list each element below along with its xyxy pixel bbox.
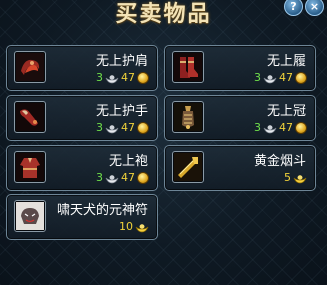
gold-coin-icon: [137, 122, 149, 134]
silver-ingot-icon: [105, 74, 119, 83]
silver-ingot-icon: [105, 174, 119, 183]
item-price: 3 47: [96, 171, 149, 185]
gold-coin-icon: [137, 72, 149, 84]
gold-coin-icon: [295, 122, 307, 134]
gauntlet-icon: [14, 101, 46, 133]
dog-talisman-icon: [14, 200, 46, 232]
item-price: 10: [119, 220, 149, 234]
silver-count: 3: [254, 71, 261, 84]
silver-ingot-icon: [105, 124, 119, 133]
window-title: 买卖物品: [115, 1, 212, 27]
item-price: 5: [284, 171, 307, 185]
gold-count: 47: [121, 171, 135, 184]
shop-item-card[interactable]: 无上履 3 47: [164, 45, 316, 91]
shop-item-card[interactable]: 无上袍 3 47: [6, 145, 158, 191]
gold-ingot-icon: [293, 174, 307, 183]
item-name: 无上履: [266, 54, 306, 69]
silver-count: 3: [96, 71, 103, 84]
silver-count: 3: [96, 171, 103, 184]
item-name: 啸天犬的元神符: [56, 203, 148, 218]
item-name: 黄金烟斗: [253, 154, 306, 169]
shop-item-card[interactable]: 黄金烟斗 5: [164, 145, 316, 191]
item-name: 无上护手: [95, 104, 148, 119]
silver-ingot-icon: [263, 74, 277, 83]
gold-count: 47: [121, 71, 135, 84]
boots-icon: [172, 51, 204, 83]
silver-count: 3: [254, 121, 261, 134]
golden-pipe-icon: [172, 151, 204, 183]
silver-ingot-icon: [263, 124, 277, 133]
item-price: 3 47: [254, 121, 307, 135]
item-price: 3 47: [254, 71, 307, 85]
shop-item-card[interactable]: 无上护肩 3 47: [6, 45, 158, 91]
background-pattern: [0, 0, 327, 285]
silver-count: 3: [96, 121, 103, 134]
item-name: 无上袍: [108, 154, 148, 169]
gold-coin-icon: [295, 72, 307, 84]
item-name: 无上护肩: [95, 54, 148, 69]
item-price: 3 47: [96, 71, 149, 85]
gold-ingot-icon: [135, 223, 149, 232]
gold-coin-icon: [137, 172, 149, 184]
shop-item-card[interactable]: 无上冠 3 47: [164, 95, 316, 141]
shoulder-armor-icon: [14, 51, 46, 83]
crown-icon: [172, 101, 204, 133]
ingot-count: 5: [284, 171, 291, 184]
ingot-count: 10: [119, 220, 133, 233]
shop-item-card[interactable]: 无上护手 3 47: [6, 95, 158, 141]
item-name: 无上冠: [266, 104, 306, 119]
shop-item-card[interactable]: 啸天犬的元神符 10: [6, 194, 158, 240]
item-price: 3 47: [96, 121, 149, 135]
gold-count: 47: [121, 121, 135, 134]
robe-icon: [14, 151, 46, 183]
gold-count: 47: [279, 71, 293, 84]
gold-count: 47: [279, 121, 293, 134]
